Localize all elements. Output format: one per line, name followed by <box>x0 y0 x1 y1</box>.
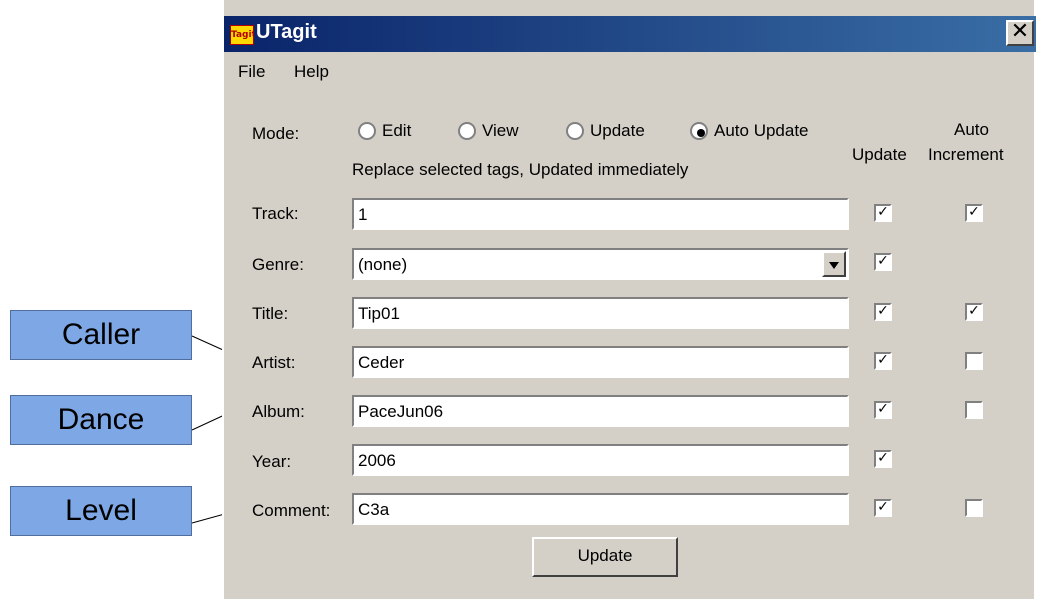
radio-circle <box>566 122 584 140</box>
comment-label: Comment: <box>252 501 331 520</box>
title-auto-checkbox[interactable]: ✓ <box>965 303 983 321</box>
radio-edit-label: Edit <box>382 121 412 140</box>
track-input[interactable]: 1 <box>352 198 849 230</box>
callout-caller: Caller <box>10 310 192 360</box>
genre-value: (none) <box>358 255 408 274</box>
genre-label: Genre: <box>252 255 304 274</box>
comment-input[interactable]: C3a <box>352 493 849 525</box>
year-update-checkbox[interactable]: ✓ <box>874 450 892 468</box>
year-label: Year: <box>252 452 292 471</box>
track-label: Track: <box>252 204 299 223</box>
genre-select[interactable]: (none) <box>352 248 849 280</box>
title-input[interactable]: Tip01 <box>352 297 849 329</box>
radio-auto-update-label: Auto Update <box>714 121 809 140</box>
track-update-checkbox[interactable]: ✓ <box>874 204 892 222</box>
track-value: 1 <box>358 205 368 224</box>
album-auto-checkbox[interactable] <box>965 401 983 419</box>
auto-increment-header-line1: Auto <box>954 120 989 139</box>
app-logo-icon: Tagit <box>230 25 254 45</box>
mode-label: Mode: <box>252 124 300 143</box>
callout-dance: Dance <box>10 395 192 445</box>
genre-update-checkbox[interactable]: ✓ <box>874 253 892 271</box>
title-value: Tip01 <box>358 304 400 323</box>
radio-update-label: Update <box>590 121 645 140</box>
title-bar: Tagit UTagit ✕ <box>224 16 1036 52</box>
radio-circle <box>358 122 376 140</box>
menu-file[interactable]: File <box>238 62 265 82</box>
title-label: Title: <box>252 304 289 323</box>
auto-increment-header-line2: Increment <box>928 145 1004 164</box>
update-button[interactable]: Update <box>532 537 678 577</box>
comment-auto-checkbox[interactable] <box>965 499 983 517</box>
artist-label: Artist: <box>252 353 296 372</box>
radio-circle <box>458 122 476 140</box>
radio-dot <box>697 129 705 137</box>
radio-view-label: View <box>482 121 519 140</box>
album-input[interactable]: PaceJun06 <box>352 395 849 427</box>
artist-value: Ceder <box>358 353 405 372</box>
track-auto-checkbox[interactable]: ✓ <box>965 204 983 222</box>
close-button[interactable]: ✕ <box>1006 20 1034 46</box>
comment-update-checkbox[interactable]: ✓ <box>874 499 892 517</box>
menu-help[interactable]: Help <box>294 62 329 82</box>
title-update-checkbox[interactable]: ✓ <box>874 303 892 321</box>
artist-input[interactable]: Ceder <box>352 346 849 378</box>
album-value: PaceJun06 <box>358 402 444 421</box>
mode-description: Replace selected tags, Updated immediate… <box>352 160 689 179</box>
album-label: Album: <box>252 402 305 421</box>
chevron-down-icon <box>829 262 839 269</box>
year-value: 2006 <box>358 451 396 470</box>
comment-value: C3a <box>358 500 390 519</box>
radio-circle-selected <box>690 122 708 140</box>
dropdown-arrow-button[interactable] <box>822 251 846 277</box>
album-update-checkbox[interactable]: ✓ <box>874 401 892 419</box>
utagit-window: Tagit UTagit ✕ File Help Mode: Edit View… <box>222 0 1036 599</box>
year-input[interactable]: 2006 <box>352 444 849 476</box>
update-column-header: Update <box>852 145 907 164</box>
callout-level: Level <box>10 486 192 536</box>
artist-update-checkbox[interactable]: ✓ <box>874 352 892 370</box>
window-title: UTagit <box>256 21 317 43</box>
artist-auto-checkbox[interactable] <box>965 352 983 370</box>
